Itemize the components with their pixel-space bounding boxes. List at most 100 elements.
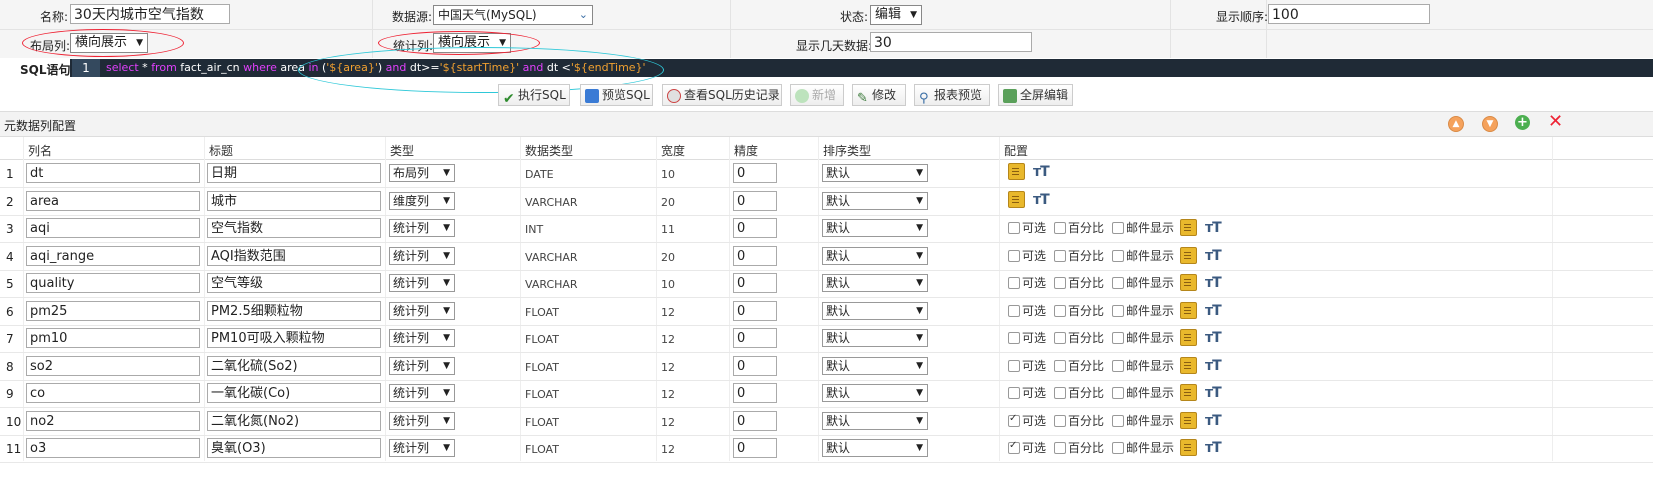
sort-type-select[interactable]: 默认 ▼ <box>822 357 928 375</box>
exec-sql-button[interactable]: ✔ 执行SQL <box>498 84 570 107</box>
report-preview-button[interactable]: ⚲ 报表预览 <box>914 84 990 106</box>
percent-checkbox[interactable] <box>1054 304 1067 317</box>
sort-type-select[interactable]: 默认 ▼ <box>822 164 928 182</box>
sort-type-select[interactable]: 默认 ▼ <box>822 192 928 210</box>
column-title-input[interactable]: PM10可吸入颗粒物 <box>207 328 381 348</box>
optional-checkbox[interactable] <box>1008 249 1020 262</box>
column-title-input[interactable]: 空气等级 <box>207 273 381 293</box>
precision-input[interactable]: 0 <box>733 438 777 458</box>
column-name-input[interactable]: pm25 <box>26 301 200 321</box>
font-size-icon[interactable]: тT <box>1205 358 1222 374</box>
font-size-icon[interactable]: тT <box>1205 275 1222 291</box>
column-name-input[interactable]: area <box>26 191 200 211</box>
precision-input[interactable]: 0 <box>733 356 777 376</box>
notepad-icon[interactable] <box>1180 329 1198 346</box>
column-title-input[interactable]: AQI指数范围 <box>207 246 381 266</box>
column-type-select[interactable]: 统计列 ▼ <box>389 439 455 457</box>
mail-display-checkbox[interactable] <box>1112 414 1125 427</box>
notepad-icon[interactable] <box>1180 384 1198 401</box>
optional-checkbox[interactable] <box>1008 413 1020 427</box>
optional-checkbox[interactable] <box>1008 304 1020 317</box>
days-input[interactable]: 30 <box>870 32 1032 52</box>
sort-type-select[interactable]: 默认 ▼ <box>822 329 928 347</box>
mail-display-checkbox[interactable] <box>1112 386 1125 399</box>
sql-history-button[interactable]: 查看SQL历史记录 <box>662 84 782 106</box>
font-size-icon[interactable]: тT <box>1205 413 1222 429</box>
mail-display-checkbox[interactable] <box>1112 249 1125 262</box>
column-name-input[interactable]: aqi <box>26 218 200 238</box>
column-name-input[interactable]: aqi_range <box>26 246 200 266</box>
fullscreen-edit-button[interactable]: 全屏编辑 <box>998 84 1073 106</box>
column-name-input[interactable]: co <box>26 383 200 403</box>
order-input[interactable]: 100 <box>1268 4 1430 24</box>
move-up-icon[interactable]: ▲ <box>1448 116 1464 132</box>
column-name-input[interactable]: dt <box>26 163 200 183</box>
percent-checkbox[interactable] <box>1054 414 1067 427</box>
add-button[interactable]: 新增 <box>790 84 844 106</box>
sort-type-select[interactable]: 默认 ▼ <box>822 302 928 320</box>
column-type-select[interactable]: 维度列 ▼ <box>389 192 455 210</box>
notepad-icon[interactable] <box>1180 247 1198 264</box>
column-title-input[interactable]: 城市 <box>207 191 381 211</box>
column-name-input[interactable]: quality <box>26 273 200 293</box>
notepad-icon[interactable] <box>1180 302 1198 319</box>
column-name-input[interactable]: no2 <box>26 411 200 431</box>
sort-type-select[interactable]: 默认 ▼ <box>822 439 928 457</box>
move-down-icon[interactable]: ▼ <box>1482 116 1498 132</box>
percent-checkbox[interactable] <box>1054 359 1067 372</box>
percent-checkbox[interactable] <box>1054 249 1067 262</box>
column-type-select[interactable]: 统计列 ▼ <box>389 247 455 265</box>
notepad-icon[interactable] <box>1180 357 1198 374</box>
optional-checkbox[interactable] <box>1008 359 1020 372</box>
notepad-icon[interactable] <box>1008 191 1025 208</box>
add-row-icon[interactable]: + <box>1515 115 1530 130</box>
font-size-icon[interactable]: тT <box>1033 192 1050 208</box>
notepad-icon[interactable] <box>1180 219 1198 236</box>
column-type-select[interactable]: 统计列 ▼ <box>389 274 455 292</box>
percent-checkbox[interactable] <box>1054 441 1067 454</box>
edit-button[interactable]: ✎ 修改 <box>852 84 906 106</box>
mail-display-checkbox[interactable] <box>1112 221 1125 234</box>
column-type-select[interactable]: 统计列 ▼ <box>389 219 455 237</box>
datasource-select[interactable]: 中国天气(MySQL) ⌄ <box>433 5 593 25</box>
font-size-icon[interactable]: тT <box>1033 164 1050 180</box>
column-type-select[interactable]: 统计列 ▼ <box>389 302 455 320</box>
column-title-input[interactable]: PM2.5细颗粒物 <box>207 301 381 321</box>
font-size-icon[interactable]: тT <box>1205 303 1222 319</box>
precision-input[interactable]: 0 <box>733 246 777 266</box>
column-title-input[interactable]: 二氧化氮(No2) <box>207 411 381 431</box>
font-size-icon[interactable]: тT <box>1205 385 1222 401</box>
precision-input[interactable]: 0 <box>733 218 777 238</box>
column-type-select[interactable]: 统计列 ▼ <box>389 357 455 375</box>
column-title-input[interactable]: 空气指数 <box>207 218 381 238</box>
optional-checkbox[interactable] <box>1008 440 1020 454</box>
sort-type-select[interactable]: 默认 ▼ <box>822 274 928 292</box>
font-size-icon[interactable]: тT <box>1205 330 1222 346</box>
notepad-icon[interactable] <box>1180 412 1198 429</box>
mail-display-checkbox[interactable] <box>1112 276 1125 289</box>
mail-display-checkbox[interactable] <box>1112 441 1125 454</box>
name-input[interactable]: 30天内城市空气指数 <box>70 4 230 24</box>
column-name-input[interactable]: o3 <box>26 438 200 458</box>
optional-checkbox[interactable] <box>1008 386 1020 399</box>
notepad-icon[interactable] <box>1180 274 1198 291</box>
sort-type-select[interactable]: 默认 ▼ <box>822 219 928 237</box>
delete-row-icon[interactable]: ✕ <box>1548 112 1563 132</box>
font-size-icon[interactable]: тT <box>1205 440 1222 456</box>
percent-checkbox[interactable] <box>1054 276 1067 289</box>
percent-checkbox[interactable] <box>1054 331 1067 344</box>
mail-display-checkbox[interactable] <box>1112 359 1125 372</box>
precision-input[interactable]: 0 <box>733 383 777 403</box>
column-type-select[interactable]: 布局列 ▼ <box>389 164 455 182</box>
column-type-select[interactable]: 统计列 ▼ <box>389 384 455 402</box>
precision-input[interactable]: 0 <box>733 273 777 293</box>
preview-sql-button[interactable]: 预览SQL <box>580 84 653 106</box>
precision-input[interactable]: 0 <box>733 191 777 211</box>
sort-type-select[interactable]: 默认 ▼ <box>822 247 928 265</box>
column-type-select[interactable]: 统计列 ▼ <box>389 329 455 347</box>
column-name-input[interactable]: so2 <box>26 356 200 376</box>
mail-display-checkbox[interactable] <box>1112 304 1125 317</box>
sort-type-select[interactable]: 默认 ▼ <box>822 384 928 402</box>
optional-checkbox[interactable] <box>1008 331 1020 344</box>
percent-checkbox[interactable] <box>1054 221 1067 234</box>
